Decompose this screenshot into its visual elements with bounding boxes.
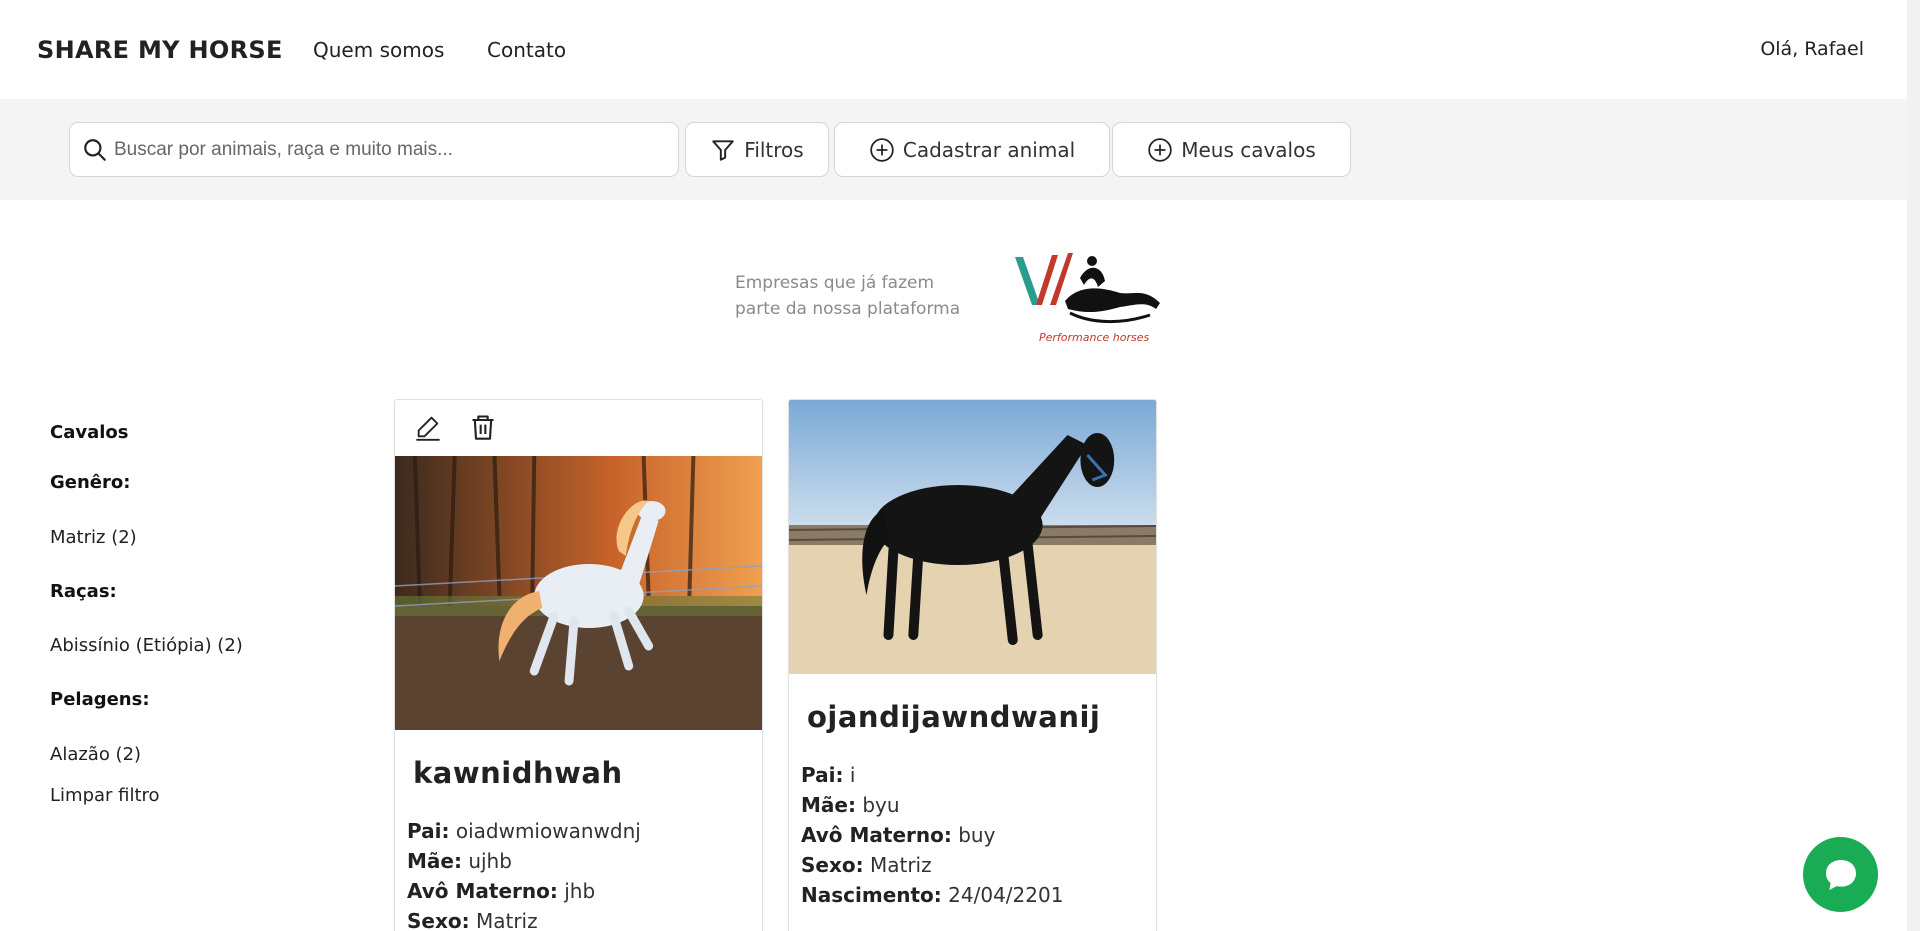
horse-name: ojandijawndwanij: [807, 700, 1101, 734]
filters-button[interactable]: Filtros: [685, 122, 829, 177]
my-horses-label: Meus cavalos: [1181, 137, 1316, 162]
search-icon: [84, 139, 106, 161]
gender-heading: Genêro:: [50, 472, 131, 493]
filter-icon: [712, 139, 734, 161]
horse-field-sex: Sexo: Matriz: [801, 853, 932, 877]
plus-circle-icon: [1148, 137, 1172, 162]
top-header: SHARE MY HORSE Quem somos Contato Olá, R…: [0, 0, 1907, 99]
horse-field-birth: Nascimento: 24/04/2201: [801, 883, 1064, 907]
register-animal-button[interactable]: Cadastrar animal: [834, 122, 1110, 177]
filter-item-gender[interactable]: Matriz (2): [50, 527, 137, 548]
horse-field-mother: Mãe: ujhb: [407, 849, 512, 873]
search-toolbar: Filtros Cadastrar animal Meus cavalos: [0, 99, 1907, 200]
chat-bubble-icon: [1825, 859, 1856, 890]
clear-filter-link[interactable]: Limpar filtro: [50, 785, 160, 806]
horse-field-grandfather: Avô Materno: jhb: [407, 879, 596, 903]
filter-item-coat[interactable]: Alazão (2): [50, 744, 141, 765]
horse-field-father: Pai: oiadwmiowanwdnj: [407, 819, 641, 843]
partners-text-line1: Empresas que já fazem: [735, 273, 935, 293]
horse-card[interactable]: ojandijawndwanij Pai: i Mãe: byu Avô Mat…: [788, 399, 1157, 931]
nav-link-contact[interactable]: Contato: [487, 38, 566, 62]
my-horses-button[interactable]: Meus cavalos: [1112, 122, 1351, 177]
page-scrollbar[interactable]: [1907, 0, 1920, 931]
user-greeting[interactable]: Olá, Rafael: [1760, 38, 1864, 60]
horse-card[interactable]: kawnidhwah Pai: oiadwmiowanwdnj Mãe: ujh…: [394, 399, 763, 931]
partner-logo-caption: Performance horses: [1039, 331, 1150, 344]
partners-text: Empresas que já fazem parte da nossa pla…: [735, 270, 975, 322]
edit-icon[interactable]: [414, 413, 442, 441]
horse-photo[interactable]: [789, 400, 1156, 674]
horse-info: Pai: oiadwmiowanwdnj Mãe: ujhb Avô Mater…: [407, 816, 762, 931]
filter-item-breed[interactable]: Abissínio (Etiópia) (2): [50, 635, 243, 656]
sidebar-title: Cavalos: [50, 422, 129, 443]
trash-icon[interactable]: [469, 413, 497, 441]
horse-field-sex: Sexo: Matriz: [407, 909, 538, 931]
horse-field-father: Pai: i: [801, 763, 856, 787]
plus-circle-icon: [870, 137, 894, 162]
filters-label: Filtros: [744, 137, 804, 162]
nav-link-about[interactable]: Quem somos: [313, 38, 444, 62]
horse-field-mother: Mãe: byu: [801, 793, 900, 817]
register-animal-label: Cadastrar animal: [902, 137, 1076, 162]
search-box[interactable]: [69, 122, 679, 177]
search-input[interactable]: [114, 133, 654, 167]
chat-button[interactable]: [1803, 837, 1878, 912]
card-actions: [395, 400, 762, 456]
horse-field-grandfather: Avô Materno: buy: [801, 823, 996, 847]
partners-text-line2: parte da nossa plataforma: [735, 299, 961, 319]
coats-heading: Pelagens:: [50, 689, 150, 710]
horse-info: Pai: i Mãe: byu Avô Materno: buy Sexo: M…: [801, 760, 1156, 910]
horse-name: kawnidhwah: [413, 756, 623, 790]
brand-logo[interactable]: SHARE MY HORSE: [37, 36, 283, 64]
horse-photo[interactable]: [395, 456, 762, 730]
breeds-heading: Raças:: [50, 581, 117, 602]
